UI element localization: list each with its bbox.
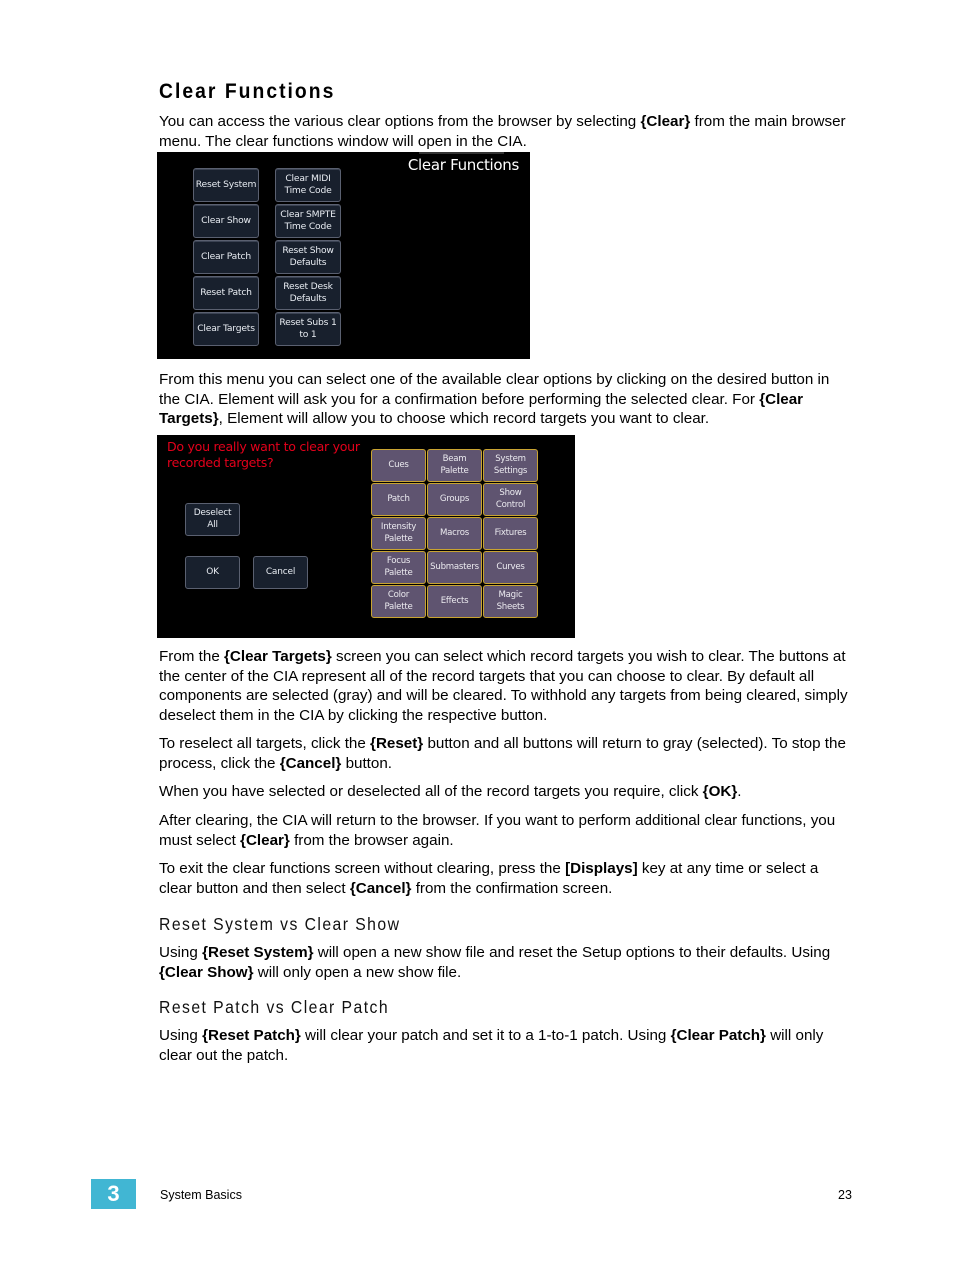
target-magic-sheets-button[interactable]: Magic Sheets [483, 585, 538, 618]
paragraph-after-clearing: After clearing, the CIA will return to t… [159, 811, 851, 850]
paragraph-intro: You can access the various clear options… [159, 112, 851, 151]
reset-desk-defaults-button[interactable]: Reset Desk Defaults [275, 276, 341, 310]
target-show-control-button[interactable]: Show Control [483, 483, 538, 516]
clear-targets-screenshot: Do you really want to clear your recorde… [157, 435, 575, 638]
clear-midi-time-code-button[interactable]: Clear MIDI Time Code [275, 168, 341, 202]
page-number: 23 [838, 1188, 852, 1202]
target-curves-button[interactable]: Curves [483, 551, 538, 584]
paragraph-clear-targets: From the {Clear Targets} screen you can … [159, 647, 851, 725]
clear-targets-button[interactable]: Clear Targets [193, 312, 259, 346]
text-run: From this menu you can select one of the… [159, 371, 830, 408]
text-run: To reselect all targets, click the [159, 735, 371, 752]
ui-reference: {Reset} [370, 735, 424, 752]
clear-functions-title: Clear Functions [407, 156, 519, 174]
title-divider [419, 152, 504, 154]
reset-patch-button[interactable]: Reset Patch [193, 276, 259, 310]
target-submasters-button[interactable]: Submasters [427, 551, 482, 584]
ui-reference: {Clear Show} [159, 963, 254, 981]
ok-button[interactable]: OK [185, 556, 240, 589]
target-system-settings-button[interactable]: System Settings [483, 449, 538, 482]
text-run: , Element will allow you to choose which… [218, 410, 710, 428]
paragraph-ok: When you have selected or deselected all… [159, 782, 851, 802]
text-run: You can access the various clear options… [159, 113, 641, 130]
reset-system-button[interactable]: Reset System [193, 168, 259, 202]
footer-section-title: System Basics [160, 1188, 242, 1202]
confirmation-question: Do you really want to clear your recorde… [167, 439, 360, 470]
ui-reference: {Clear Patch} [670, 1027, 766, 1044]
target-groups-button[interactable]: Groups [427, 483, 482, 516]
target-macros-button[interactable]: Macros [427, 517, 482, 550]
ui-reference: {Cancel} [349, 879, 412, 897]
ui-reference: {Clear} [240, 831, 290, 849]
paragraph-menu: From this menu you can select one of the… [159, 370, 851, 429]
clear-patch-button[interactable]: Clear Patch [193, 240, 259, 274]
record-targets-grid: Cues Beam Palette System Settings Patch … [371, 449, 538, 618]
target-cues-button[interactable]: Cues [371, 449, 426, 482]
text-run: To exit the clear functions screen witho… [159, 860, 566, 877]
paragraph-reset-patch: Using {Reset Patch} will clear your patc… [159, 1026, 851, 1065]
text-run: from the browser again. [289, 831, 454, 849]
ui-reference: {Clear} [640, 113, 691, 130]
chapter-number-tab: 3 [91, 1179, 136, 1209]
target-fixtures-button[interactable]: Fixtures [483, 517, 538, 550]
clear-show-button[interactable]: Clear Show [193, 204, 259, 238]
cancel-button[interactable]: Cancel [253, 556, 308, 589]
target-intensity-palette-button[interactable]: Intensity Palette [371, 517, 426, 550]
target-effects-button[interactable]: Effects [427, 585, 482, 618]
ui-reference: {OK} [702, 783, 738, 800]
target-beam-palette-button[interactable]: Beam Palette [427, 449, 482, 482]
target-focus-palette-button[interactable]: Focus Palette [371, 551, 426, 584]
text-run: . [737, 783, 742, 800]
clear-smpte-time-code-button[interactable]: Clear SMPTE Time Code [275, 204, 341, 238]
paragraph-reset-system: Using {Reset System} will open a new sho… [159, 943, 851, 982]
subheading-reset-patch: Reset Patch vs Clear Patch [159, 997, 390, 1017]
text-run: From the [159, 648, 224, 665]
target-color-palette-button[interactable]: Color Palette [371, 585, 426, 618]
ui-reference: {Reset System} [202, 944, 314, 961]
text-run: When you have selected or deselected all… [159, 783, 703, 800]
text-run: Using [159, 944, 203, 961]
text-run: will clear your patch and set it to a 1-… [300, 1027, 671, 1044]
reset-show-defaults-button[interactable]: Reset Show Defaults [275, 240, 341, 274]
text-run: Using [159, 1027, 203, 1044]
reset-subs-1-to-1-button[interactable]: Reset Subs 1 to 1 [275, 312, 341, 346]
deselect-all-button[interactable]: Deselect All [185, 503, 240, 536]
target-patch-button[interactable]: Patch [371, 483, 426, 516]
section-heading: Clear Functions [159, 80, 336, 103]
text-run: will open a new show file and reset the … [313, 944, 831, 961]
paragraph-exit: To exit the clear functions screen witho… [159, 859, 851, 898]
manual-page: Clear Functions You can access the vario… [0, 0, 954, 1272]
subheading-reset-system: Reset System vs Clear Show [159, 914, 401, 934]
clear-functions-screenshot: Clear Functions Reset System Clear Show … [157, 152, 530, 359]
ui-reference: {Cancel} [279, 754, 342, 772]
ui-reference: [Displays] [565, 860, 638, 877]
text-run: button. [341, 754, 393, 772]
text-run: will only open a new show file. [253, 963, 462, 981]
ui-reference: {Clear Targets} [224, 648, 332, 665]
paragraph-reselect: To reselect all targets, click the {Rese… [159, 734, 851, 773]
ui-reference: {Reset Patch} [202, 1027, 301, 1044]
text-run: from the confirmation screen. [411, 879, 613, 897]
